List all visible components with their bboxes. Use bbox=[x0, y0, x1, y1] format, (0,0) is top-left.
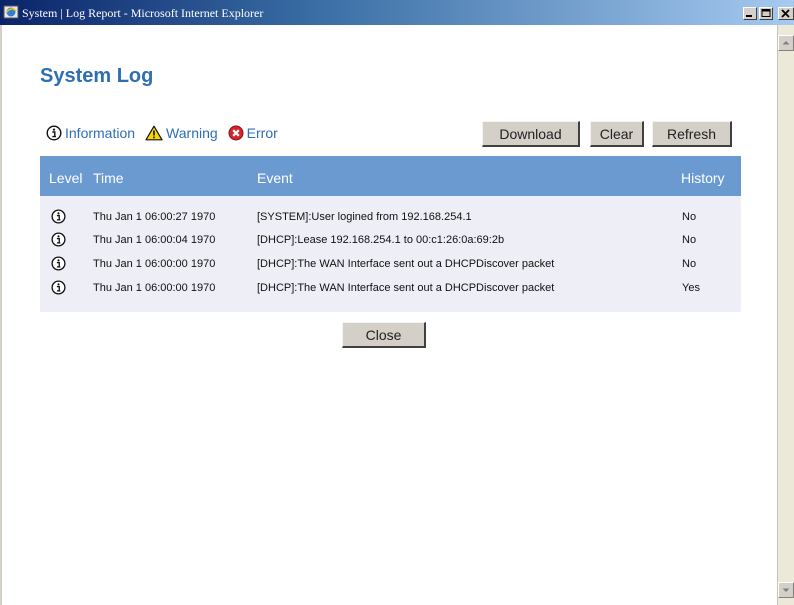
maximize-icon bbox=[761, 9, 771, 17]
vertical-scrollbar[interactable] bbox=[777, 25, 794, 605]
close-icon bbox=[781, 9, 790, 18]
window-title: System | Log Report - Microsoft Internet… bbox=[22, 6, 264, 20]
warning-icon bbox=[145, 125, 163, 141]
minimize-button[interactable] bbox=[743, 7, 757, 20]
info-icon bbox=[51, 280, 66, 295]
table-row: Thu Jan 1 06:00:00 1970 [DHCP]:The WAN I… bbox=[40, 252, 741, 276]
row-history: No bbox=[682, 258, 697, 270]
legend-error: Error bbox=[228, 125, 278, 141]
row-time: Thu Jan 1 06:00:00 1970 bbox=[93, 258, 216, 270]
column-header-event: Event bbox=[257, 170, 293, 186]
info-icon bbox=[51, 256, 66, 271]
row-history: Yes bbox=[682, 282, 700, 294]
legend-information: Information bbox=[46, 125, 135, 141]
window-title-bar[interactable]: System | Log Report - Microsoft Internet… bbox=[0, 0, 794, 25]
download-button[interactable]: Download bbox=[482, 121, 580, 147]
column-header-level: Level bbox=[49, 170, 83, 186]
info-icon bbox=[51, 209, 66, 224]
table-row: Thu Jan 1 06:00:27 1970 [SYSTEM]:User lo… bbox=[40, 205, 741, 229]
row-history: No bbox=[682, 234, 697, 246]
table-row: Thu Jan 1 06:00:00 1970 [DHCP]:The WAN I… bbox=[40, 276, 741, 300]
legend-warning: Warning bbox=[145, 125, 218, 141]
info-icon bbox=[51, 232, 66, 247]
refresh-button[interactable]: Refresh bbox=[652, 121, 732, 147]
row-event: [DHCP]:The WAN Interface sent out a DHCP… bbox=[257, 258, 555, 270]
page-title: System Log bbox=[40, 65, 154, 87]
table-row: Thu Jan 1 06:00:04 1970 [DHCP]:Lease 192… bbox=[40, 228, 741, 252]
row-event: [DHCP]:The WAN Interface sent out a DHCP… bbox=[257, 282, 555, 294]
row-history: No bbox=[682, 211, 697, 223]
table-header: Level Time Event History bbox=[40, 156, 741, 196]
legend-warning-label: Warning bbox=[166, 125, 218, 141]
legend-information-label: Information bbox=[65, 125, 136, 141]
chevron-down-icon bbox=[782, 588, 790, 592]
scroll-down-button[interactable] bbox=[778, 582, 794, 598]
close-window-button[interactable] bbox=[778, 7, 794, 20]
maximize-button[interactable] bbox=[759, 7, 773, 20]
chevron-up-icon bbox=[782, 41, 790, 45]
row-event: [SYSTEM]:User logined from 192.168.254.1 bbox=[257, 211, 472, 223]
row-time: Thu Jan 1 06:00:00 1970 bbox=[93, 282, 216, 294]
column-header-history: History bbox=[681, 170, 725, 186]
window-frame bbox=[0, 25, 2, 605]
scroll-up-button[interactable] bbox=[778, 35, 794, 51]
ie-icon bbox=[3, 5, 19, 19]
error-icon bbox=[228, 125, 244, 141]
browser-content: System Log Information Warning Error Dow… bbox=[0, 25, 794, 605]
row-time: Thu Jan 1 06:00:04 1970 bbox=[93, 234, 216, 246]
row-time: Thu Jan 1 06:00:27 1970 bbox=[93, 211, 216, 223]
legend-error-label: Error bbox=[246, 125, 278, 141]
close-button[interactable]: Close bbox=[342, 322, 426, 348]
info-icon bbox=[46, 125, 62, 141]
clear-button[interactable]: Clear bbox=[590, 121, 644, 147]
level-legend: Information Warning Error bbox=[46, 123, 288, 143]
row-event: [DHCP]:Lease 192.168.254.1 to 00:c1:26:0… bbox=[257, 234, 505, 246]
log-table: Level Time Event History Thu Jan 1 06:00… bbox=[40, 156, 741, 312]
minimize-icon bbox=[746, 15, 752, 17]
column-header-time: Time bbox=[93, 170, 124, 186]
